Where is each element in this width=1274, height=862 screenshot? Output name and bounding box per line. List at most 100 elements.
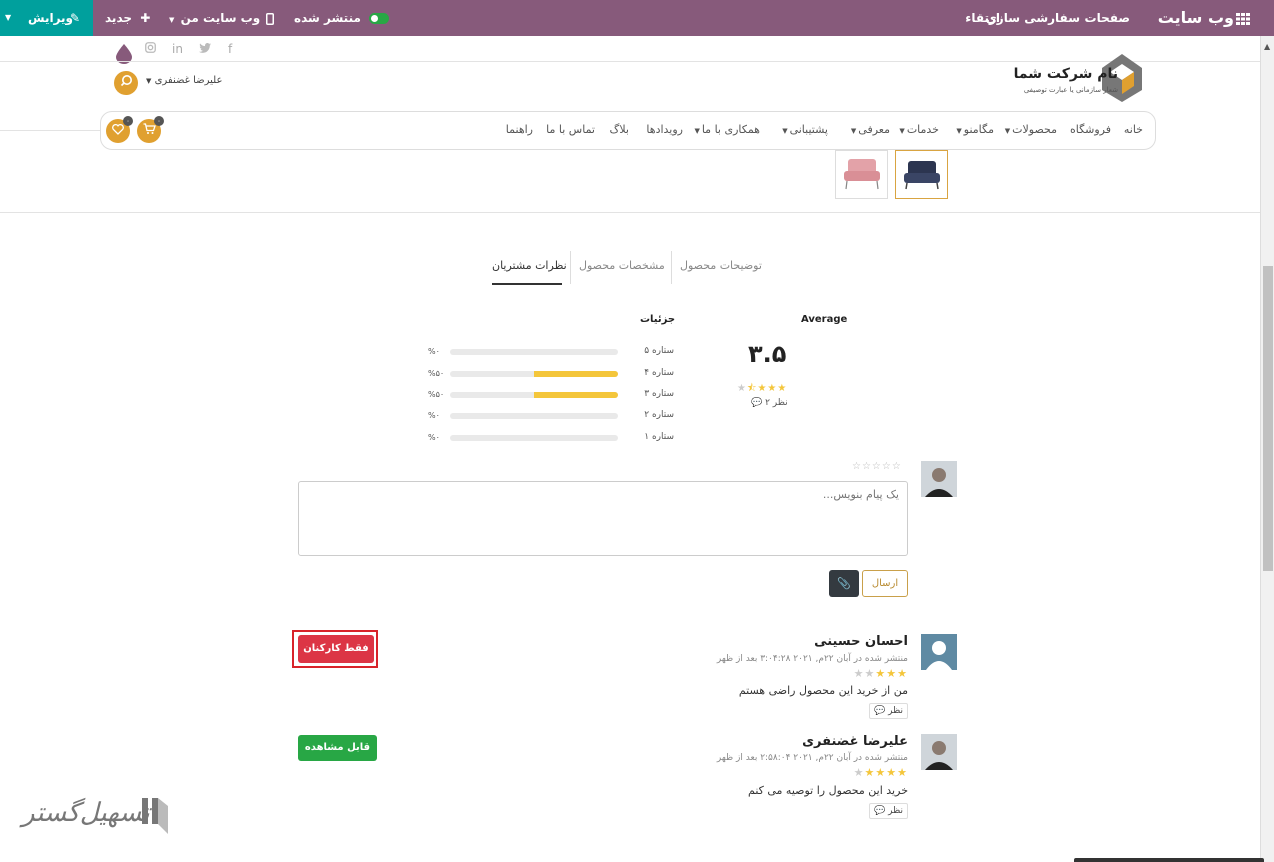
sofa-pink-image xyxy=(844,159,880,190)
company-logo[interactable]: نام شرکت شما شعار سازمانی یا عبارت توصیف… xyxy=(1014,52,1144,104)
menu-pages[interactable]: صفحات xyxy=(1085,0,1130,36)
user-photo-image xyxy=(921,734,957,770)
tab-reviews[interactable]: نظرات مشتریان xyxy=(492,259,567,272)
tab-description[interactable]: توضیحات محصول xyxy=(680,259,762,272)
nav-item-label: معرفی xyxy=(858,123,890,136)
nav-item-partner[interactable]: ▼ همکاری با ما xyxy=(694,123,760,136)
nav-item-contact[interactable]: تماس با ما xyxy=(546,123,595,136)
app-title[interactable]: وب سایت xyxy=(1158,0,1234,36)
nav-item-products[interactable]: ▼ محصولات xyxy=(1005,123,1057,136)
facebook-icon[interactable]: f xyxy=(228,42,232,56)
product-thumbnail-pink[interactable] xyxy=(835,150,888,199)
nav-item-services[interactable]: ▼ خدمات xyxy=(899,123,939,136)
chevron-down-icon: ▼ xyxy=(169,16,175,24)
my-website-label: وب سایت من xyxy=(180,11,261,25)
tab-separator xyxy=(570,251,571,284)
nav-item-label: پشتیبانی xyxy=(789,123,828,136)
comment-button[interactable]: 💬 نظر xyxy=(869,803,908,819)
comment-label: نظر xyxy=(888,706,903,716)
section-divider xyxy=(0,212,1260,213)
star-icon: ★ xyxy=(875,766,887,779)
bar-label: ۱ ستاره xyxy=(644,432,674,442)
bar-percent: %۰ xyxy=(428,433,440,442)
review-count-text: ۲ نظر xyxy=(765,398,788,408)
heart-icon xyxy=(112,123,124,135)
cart-button[interactable]: ۰ xyxy=(137,116,164,143)
star-icon: ★ xyxy=(886,766,898,779)
average-stars: ★★★⯪★ xyxy=(737,381,787,398)
bar-label: ۲ ستاره xyxy=(644,410,674,420)
wishlist-count-badge: ۰ xyxy=(123,116,133,126)
watermark: تسهیل‌گستر xyxy=(22,790,172,838)
star-icon: ★ xyxy=(757,383,768,394)
nav-item-about[interactable]: ▼ معرفی xyxy=(851,123,890,136)
rating-bar-fill xyxy=(534,371,618,377)
plus-icon: ✚ xyxy=(140,11,151,25)
comment-button[interactable]: 💬 نظر xyxy=(869,703,908,719)
mobile-preview-icon[interactable] xyxy=(266,0,274,36)
bar-label: ۴ ستاره xyxy=(644,368,674,378)
comment-icon: 💬 xyxy=(751,398,763,408)
review-stars: ★★★★★ xyxy=(854,667,908,680)
instagram-icon[interactable] xyxy=(145,42,156,56)
nav-item-megamenu[interactable]: ▼ مگامنو xyxy=(956,123,994,136)
nav-item-events[interactable]: رویدادها xyxy=(646,123,683,136)
linkedin-icon[interactable]: in xyxy=(172,42,183,56)
review-text: من از خرید این محصول راضی هستم xyxy=(738,684,908,697)
page-scrollbar[interactable]: ▲ xyxy=(1260,36,1274,862)
chevron-down-icon: ▼ xyxy=(782,127,788,135)
chevron-down-icon: ▼ xyxy=(5,13,12,22)
avatar xyxy=(921,634,957,670)
review-message-input[interactable] xyxy=(298,481,908,556)
apps-grid-icon[interactable] xyxy=(1236,0,1250,36)
comment-icon: 💬 xyxy=(874,706,886,716)
nav-item-support[interactable]: ▼ پشتیبانی xyxy=(782,123,828,136)
search-button[interactable] xyxy=(114,71,138,95)
sofa-blue-image xyxy=(904,161,940,190)
product-thumbnail-blue[interactable] xyxy=(895,150,948,199)
nav-item-blog[interactable]: بلاگ xyxy=(610,123,629,136)
rating-input-stars[interactable]: ☆☆☆☆☆ xyxy=(852,461,902,472)
scroll-up-arrow-icon[interactable]: ▲ xyxy=(1264,42,1270,51)
nav-item-home[interactable]: خانه xyxy=(1124,123,1143,136)
scrollbar-thumb[interactable] xyxy=(1263,266,1273,571)
my-website-dropdown[interactable]: ▼ وب سایت من xyxy=(169,0,260,36)
send-button[interactable]: ارسال xyxy=(862,570,908,597)
chevron-down-icon: ▼ xyxy=(146,77,152,85)
new-button[interactable]: جدید ✚ xyxy=(105,0,150,36)
published-label: منتشر شده xyxy=(294,11,361,25)
average-label: Average xyxy=(801,314,848,325)
star-icon: ⯪ xyxy=(746,383,758,394)
edit-button[interactable]: ▼ ویرایش ✎ xyxy=(0,0,93,36)
attach-button[interactable]: 📎 xyxy=(829,570,859,597)
visible-status-button[interactable]: قابل مشاهده xyxy=(298,735,377,761)
nav-divider-left xyxy=(0,130,100,131)
nav-item-guide[interactable]: راهنما xyxy=(506,123,533,136)
review-date: منتشر شده در آبان ۲۲م, ۲۰۲۱ ۳:۰۴:۲۸ بعد … xyxy=(716,654,908,664)
rating-bar-track xyxy=(450,371,618,377)
twitter-icon[interactable] xyxy=(199,42,211,56)
cart-icon xyxy=(143,123,156,134)
star-icon: ★ xyxy=(897,766,908,779)
watermark-text: تسهیل‌گستر xyxy=(22,798,150,828)
star-icon: ★ xyxy=(875,667,887,680)
admin-topbar: وب سایت صفحات سفارشی سازی ارتقاء منتشر ش… xyxy=(0,0,1274,36)
rating-bar-fill xyxy=(534,392,618,398)
star-icon: ★ xyxy=(897,667,908,680)
published-toggle[interactable]: منتشر شده xyxy=(294,0,390,36)
avatar xyxy=(921,461,957,497)
comment-icon: 💬 xyxy=(874,806,886,816)
wishlist-button[interactable]: ۰ xyxy=(106,116,133,143)
reviewer-name: احسان حسینی xyxy=(814,634,908,649)
tab-specs[interactable]: مشخصات محصول xyxy=(579,259,665,272)
avatar xyxy=(921,734,957,770)
search-icon xyxy=(120,75,132,87)
nav-item-shop[interactable]: فروشگاه xyxy=(1070,123,1111,136)
highlight-box xyxy=(292,630,378,668)
review-date: منتشر شده در آبان ۲۲م, ۲۰۲۱ ۲:۵۸:۰۴ بعد … xyxy=(716,753,908,763)
user-menu[interactable]: ▼ علیرضا غضنفری xyxy=(146,75,222,86)
chevron-down-icon: ▼ xyxy=(956,127,962,135)
default-user-icon xyxy=(921,634,957,670)
menu-upgrade[interactable]: ارتقاء xyxy=(965,0,1000,36)
nav-item-label: مگامنو xyxy=(963,123,994,136)
